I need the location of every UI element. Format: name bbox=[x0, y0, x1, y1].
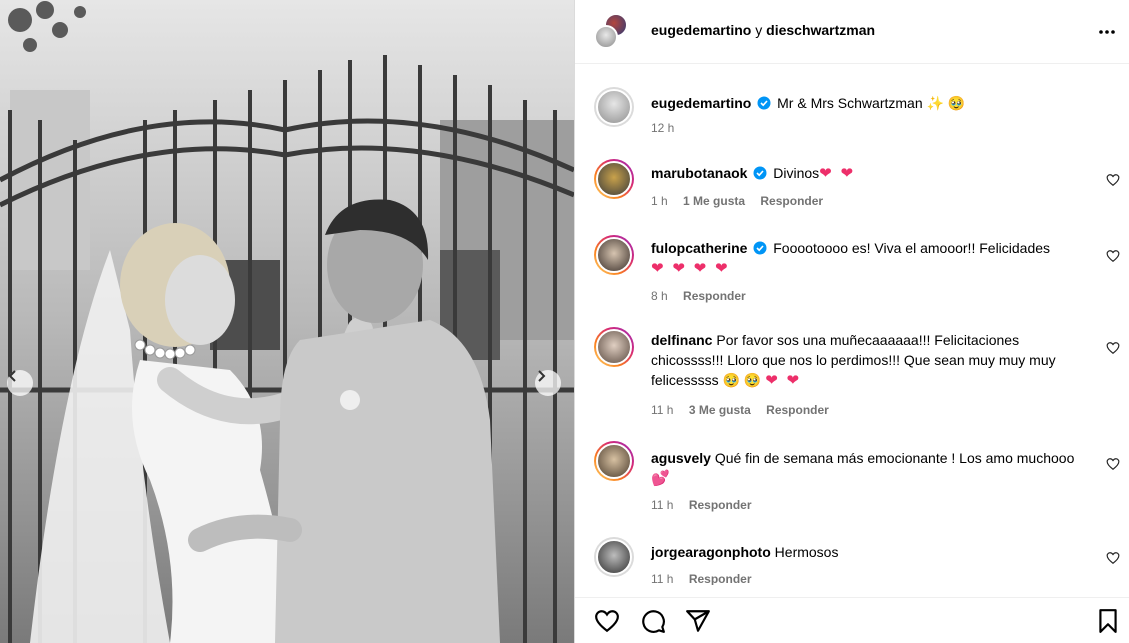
avatar[interactable] bbox=[594, 87, 634, 127]
verified-badge-icon bbox=[753, 241, 767, 255]
comment-body: Divinos bbox=[773, 165, 820, 181]
avatar[interactable] bbox=[594, 327, 634, 367]
avatar[interactable] bbox=[594, 235, 634, 275]
comment-emoji: ❤ ❤ bbox=[819, 164, 856, 182]
post-photo bbox=[0, 0, 574, 643]
reply-button[interactable]: Responder bbox=[689, 572, 752, 585]
comment-meta: 8 h Responder bbox=[651, 289, 758, 303]
heart-icon bbox=[1106, 458, 1120, 470]
post-header: eugedemartino y dieschwartzman bbox=[575, 0, 1129, 64]
like-comment-button[interactable] bbox=[1106, 457, 1122, 473]
comment-text: marubotanaok Divinos❤ ❤ bbox=[651, 163, 1091, 183]
timestamp: 12 h bbox=[651, 121, 675, 135]
comment-meta: 1 h 1 Me gusta Responder bbox=[651, 194, 835, 208]
username[interactable]: eugedemartino bbox=[651, 95, 751, 111]
like-comment-button[interactable] bbox=[1106, 173, 1122, 189]
wedding-photo-illustration bbox=[0, 0, 574, 643]
heart-icon bbox=[1106, 552, 1120, 564]
chevron-left-icon bbox=[8, 370, 16, 382]
comment-icon bbox=[642, 610, 665, 633]
avatar[interactable] bbox=[594, 441, 634, 481]
more-horizontal-icon bbox=[1099, 30, 1115, 34]
username[interactable]: marubotanaok bbox=[651, 165, 747, 181]
avatar[interactable] bbox=[594, 537, 634, 577]
heart-icon bbox=[1106, 250, 1120, 262]
username[interactable]: delfinanc bbox=[651, 332, 712, 348]
share-button[interactable] bbox=[685, 608, 711, 634]
comment-meta: 11 h 3 Me gusta Responder bbox=[651, 403, 841, 417]
comment-emoji: ❤ ❤ bbox=[765, 371, 802, 389]
more-options-button[interactable] bbox=[1095, 20, 1119, 44]
caption-body: Mr & Mrs Schwartzman ✨ 🥹 bbox=[777, 95, 966, 111]
avatar bbox=[594, 25, 618, 49]
bookmark-icon bbox=[1099, 609, 1117, 633]
comment-body: Hermosos bbox=[774, 544, 839, 560]
comment-meta: 11 h Responder bbox=[651, 572, 764, 585]
comment-text: delfinanc Por favor sos una muñecaaaaaa!… bbox=[651, 330, 1091, 390]
avatar[interactable] bbox=[594, 159, 634, 199]
caption-text: eugedemartino Mr & Mrs Schwartzman ✨ 🥹 bbox=[651, 93, 1091, 113]
timestamp: 1 h bbox=[651, 194, 668, 208]
timestamp: 8 h bbox=[651, 289, 668, 303]
username[interactable]: fulopcatherine bbox=[651, 240, 747, 256]
reply-button[interactable]: Responder bbox=[760, 194, 823, 208]
verified-badge-icon bbox=[757, 96, 771, 110]
comment-emoji: ❤ ❤ ❤ ❤ bbox=[651, 259, 730, 277]
comment-body: Por favor sos una muñecaaaaaa!!! Felicit… bbox=[651, 332, 1056, 388]
username[interactable]: agusvely bbox=[651, 450, 711, 466]
previous-photo-button[interactable] bbox=[7, 370, 33, 396]
comment-text: jorgearagonphoto Hermosos bbox=[651, 542, 1091, 562]
collab-avatars[interactable] bbox=[594, 13, 632, 51]
post-authors: eugedemartino y dieschwartzman bbox=[651, 22, 875, 38]
comment-body: Fooootoooo es! Viva el amooor!! Felicida… bbox=[773, 240, 1051, 256]
authors-connector: y bbox=[751, 22, 767, 38]
comment-text: agusvely Qué fin de semana más emocionan… bbox=[651, 448, 1091, 488]
heart-icon bbox=[1106, 342, 1120, 354]
heart-icon bbox=[595, 610, 619, 633]
caption-meta: 12 h bbox=[651, 121, 686, 135]
timestamp: 11 h bbox=[651, 498, 674, 512]
post-actions-bar bbox=[575, 597, 1129, 643]
comments-list: eugedemartino Mr & Mrs Schwartzman ✨ 🥹 1… bbox=[575, 65, 1129, 585]
comment-button[interactable] bbox=[640, 608, 666, 634]
comment-meta: 11 h Responder bbox=[651, 498, 764, 512]
comment-text: fulopcatherine Fooootoooo es! Viva el am… bbox=[651, 238, 1091, 278]
heart-icon bbox=[1106, 174, 1120, 186]
likes-count[interactable]: 1 Me gusta bbox=[683, 194, 745, 208]
reply-button[interactable]: Responder bbox=[689, 498, 752, 512]
author-username[interactable]: dieschwartzman bbox=[766, 22, 875, 38]
timestamp: 11 h bbox=[651, 403, 674, 417]
timestamp: 11 h bbox=[651, 572, 674, 585]
verified-badge-icon bbox=[753, 166, 767, 180]
post-details-panel: eugedemartino y dieschwartzman eugedemar… bbox=[574, 0, 1129, 643]
like-button[interactable] bbox=[594, 608, 620, 634]
reply-button[interactable]: Responder bbox=[766, 403, 829, 417]
comment-body: Qué fin de semana más emocionante ! Los … bbox=[714, 450, 1075, 466]
next-photo-button[interactable] bbox=[535, 370, 561, 396]
author-username[interactable]: eugedemartino bbox=[651, 22, 751, 38]
save-button[interactable] bbox=[1095, 608, 1121, 634]
like-comment-button[interactable] bbox=[1106, 551, 1122, 567]
chevron-right-icon bbox=[538, 370, 546, 382]
reply-button[interactable]: Responder bbox=[683, 289, 746, 303]
like-comment-button[interactable] bbox=[1106, 341, 1122, 357]
likes-count[interactable]: 3 Me gusta bbox=[689, 403, 751, 417]
comment-emoji: 💕 bbox=[651, 469, 672, 487]
username[interactable]: jorgearagonphoto bbox=[651, 544, 771, 560]
share-icon bbox=[686, 610, 710, 632]
like-comment-button[interactable] bbox=[1106, 249, 1122, 265]
